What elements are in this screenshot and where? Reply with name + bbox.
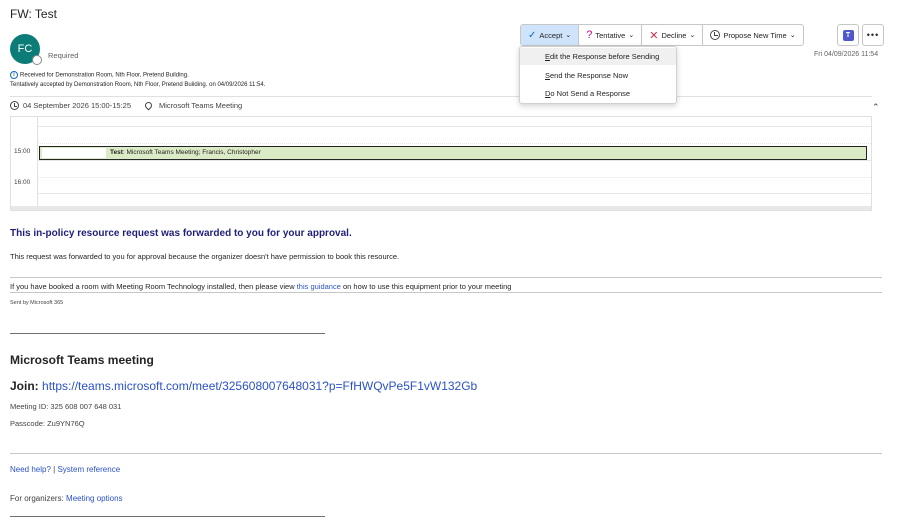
tentative-label: Tentative: [595, 30, 626, 40]
meeting-when-row: 04 September 2026 15:00-15:25 Microsoft …: [10, 100, 243, 111]
chevron-down-icon: ⌄: [689, 32, 696, 39]
ellipsis-icon: •••: [866, 30, 880, 40]
propose-new-time-button[interactable]: Propose New Time ⌄: [703, 25, 802, 45]
meeting-datetime: 04 September 2026 15:00-15:25: [23, 101, 131, 110]
teams-chat-button[interactable]: T: [837, 24, 859, 46]
attendance-required-label: Required: [48, 51, 79, 60]
need-help-link[interactable]: Need help?: [10, 465, 51, 474]
collapse-chevron-icon[interactable]: ⌃: [872, 102, 880, 113]
meeting-options-link[interactable]: Meeting options: [66, 494, 122, 503]
calendar-time-gutter: [37, 117, 38, 210]
calendar-scroll-edge: [11, 206, 871, 210]
email-subject: FW: Test: [10, 7, 57, 21]
clock-icon: [10, 101, 19, 110]
approval-heading: This in-policy resource request was forw…: [10, 228, 352, 239]
clock-icon: [710, 30, 721, 40]
calendar-hour-line: [37, 126, 871, 127]
calendar-preview: 15:00 16:00 Test: Microsoft Teams Meetin…: [10, 116, 872, 211]
event-title: Test: [110, 149, 123, 156]
menu-item-send-now[interactable]: Send the Response Now: [520, 67, 676, 84]
event-redacted-area: [42, 148, 106, 158]
chevron-down-icon: ⌄: [565, 32, 572, 39]
teams-separator-line: [10, 333, 325, 334]
question-mark-icon: ?: [586, 29, 593, 41]
calendar-event[interactable]: Test: Microsoft Teams Meeting; Francis, …: [39, 146, 867, 160]
chevron-down-icon: ⌄: [789, 32, 796, 39]
meeting-location: Microsoft Teams Meeting: [159, 101, 243, 110]
more-actions-button[interactable]: •••: [862, 24, 884, 46]
tentative-button[interactable]: ? Tentative ⌄: [579, 25, 643, 45]
response-info: i Received for Demonstration Room, Nth Fl…: [10, 71, 265, 90]
event-detail: : Microsoft Teams Meeting; Francis, Chri…: [122, 149, 261, 156]
close-icon: ✕: [649, 29, 659, 42]
body-divider: [10, 277, 882, 278]
checkmark-icon: ✓: [528, 29, 537, 41]
meeting-id: Meeting ID: 325 608 007 648 031: [10, 402, 122, 411]
teams-footer-divider: [10, 453, 882, 454]
accept-options-menu: Edit the Response before Sending Send th…: [519, 46, 677, 104]
chevron-down-icon: ⌄: [628, 32, 635, 39]
presence-status-icon: [32, 55, 42, 65]
join-label: Join:: [10, 379, 39, 393]
organizers-label: For organizers:: [10, 494, 67, 503]
propose-label: Propose New Time: [723, 30, 787, 40]
sent-by-label: Sent by Microsoft 365: [10, 300, 64, 306]
join-row: Join: https://teams.microsoft.com/meet/3…: [10, 379, 477, 393]
teams-meeting-heading: Microsoft Teams meeting: [10, 353, 154, 367]
teams-icon: T: [842, 29, 854, 41]
guidance-link[interactable]: this guidance: [297, 282, 341, 291]
accept-button[interactable]: ✓ Accept ⌄: [521, 25, 580, 45]
location-pin-icon: [143, 100, 154, 111]
calendar-time-label: 15:00: [14, 148, 31, 155]
body-divider: [10, 292, 882, 293]
decline-button[interactable]: ✕ Decline ⌄: [642, 25, 704, 45]
meeting-passcode: Passcode: Zu9YN76Q: [10, 419, 85, 428]
calendar-half-hour-line: [37, 177, 871, 178]
guidance-text-pre: If you have booked a room with Meeting R…: [10, 282, 297, 291]
system-reference-link[interactable]: System reference: [57, 465, 120, 474]
organizer-row: For organizers: Meeting options: [10, 494, 123, 503]
decline-label: Decline: [661, 30, 687, 40]
accept-label: Accept: [539, 30, 563, 40]
approval-text: This request was forwarded to you for ap…: [10, 252, 400, 261]
menu-item-edit-response[interactable]: Edit the Response before Sending: [520, 48, 676, 65]
teams-bottom-separator: [10, 516, 325, 517]
calendar-hour-line: [37, 193, 871, 194]
calendar-time-label: 16:00: [14, 179, 31, 186]
tentative-info-text: Tentatively accepted by Demonstration Ro…: [10, 81, 266, 88]
menu-item-do-not-send[interactable]: Do Not Send a Response: [520, 85, 676, 102]
join-meeting-link[interactable]: https://teams.microsoft.com/meet/3256080…: [42, 379, 477, 393]
received-date: Fri 04/09/2026 11:54: [814, 51, 879, 58]
header-divider: [10, 96, 872, 97]
guidance-paragraph: If you have booked a room with Meeting R…: [10, 282, 511, 291]
calendar-half-hour-line: [37, 143, 871, 144]
response-toolbar: ✓ Accept ⌄ ? Tentative ⌄ ✕ Decline ⌄ Pro…: [520, 24, 804, 46]
info-icon: i: [10, 71, 18, 79]
help-links-row: Need help? | System reference: [10, 465, 120, 474]
calendar-hour-line: [37, 160, 871, 161]
received-info-text: Received for Demonstration Room, Nth Flo…: [20, 72, 189, 79]
guidance-text-post: on how to use this equipment prior to yo…: [340, 282, 512, 291]
